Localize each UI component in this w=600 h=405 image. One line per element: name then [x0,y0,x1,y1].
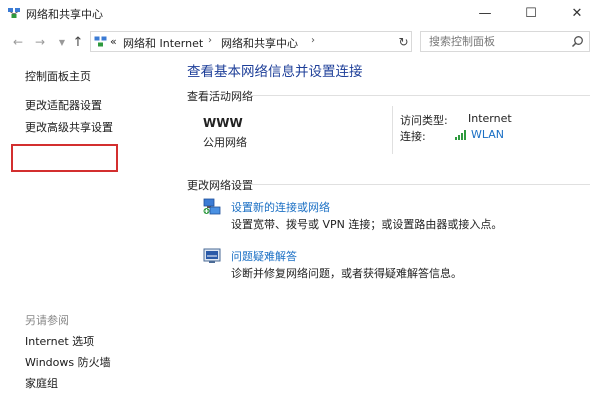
search-box[interactable] [420,31,590,52]
minimize-button[interactable]: — [462,0,508,26]
network-type: 公用网络 [203,136,247,149]
close-button[interactable]: ✕ [554,0,600,26]
back-arrow-icon[interactable]: ← [10,34,26,50]
up-arrow-icon[interactable]: ↑ [70,34,86,50]
troubleshoot-icon [203,248,221,263]
title-bar: 网络和共享中心 — ☐ ✕ [0,0,600,26]
sidebar-item-internet-options[interactable]: Internet 选项 [25,333,94,349]
wifi-signal-icon [455,130,466,140]
recent-dropdown-icon[interactable]: ▼ [54,34,70,50]
search-input[interactable] [429,35,569,48]
change-network-settings-heading: 更改网络设置 [187,179,253,192]
page-title: 查看基本网络信息并设置连接 [187,64,363,80]
sidebar-item-advanced-sharing-settings[interactable]: 更改高级共享设置 [25,119,113,135]
access-type-label: 访问类型: [400,114,448,127]
troubleshoot-desc: 诊断并修复网络问题，或者获得疑难解答信息。 [231,267,462,280]
vertical-divider [392,106,393,154]
see-also-heading: 另请参阅 [25,314,69,327]
refresh-icon[interactable]: ↻ [396,31,412,52]
control-panel-icon [94,36,107,47]
sidebar: 控制面板主页 更改适配器设置 更改高级共享设置 另请参阅 Internet 选项… [0,56,175,405]
network-center-icon [8,8,20,18]
breadcrumb-sharing-center[interactable]: 网络和共享中心 [221,35,298,51]
access-type-value: Internet [468,112,512,125]
breadcrumb-network-internet[interactable]: 网络和 Internet [123,35,203,51]
divider [245,95,590,96]
search-icon[interactable] [571,35,584,48]
sidebar-item-homegroup[interactable]: 家庭组 [25,375,58,391]
address-box[interactable]: « 网络和 Internet › 网络和共享中心 › ▼ [90,31,485,52]
window-title: 网络和共享中心 [26,8,103,21]
connection-label: 连接: [400,130,426,143]
breadcrumb-separator[interactable]: › [208,35,212,46]
wlan-connection-link[interactable]: WLAN [471,128,504,141]
main-content: 查看基本网络信息并设置连接 查看活动网络 WWW 公用网络 访问类型: Inte… [175,56,600,405]
active-networks-heading: 查看活动网络 [187,90,253,103]
address-bar: ← → ▼ ↑ « 网络和 Internet › 网络和共享中心 › ▼ ↻ [0,26,600,56]
maximize-button[interactable]: ☐ [508,0,554,26]
forward-arrow-icon[interactable]: → [32,34,48,50]
setup-new-connection-desc: 设置宽带、拨号或 VPN 连接；或设置路由器或接入点。 [231,218,503,231]
highlight-box [11,144,118,172]
setup-new-connection-link[interactable]: 设置新的连接或网络 [231,199,330,215]
sidebar-item-control-panel-home[interactable]: 控制面板主页 [25,68,91,84]
troubleshoot-link[interactable]: 问题疑难解答 [231,248,297,264]
breadcrumb-separator[interactable]: › [311,35,315,46]
divider [245,184,590,185]
sidebar-item-windows-firewall[interactable]: Windows 防火墙 [25,354,111,370]
network-name: WWW [203,116,243,130]
sidebar-item-change-adapter-settings[interactable]: 更改适配器设置 [25,97,102,113]
network-setup-icon [203,198,221,215]
address-prefix: « [110,35,117,48]
